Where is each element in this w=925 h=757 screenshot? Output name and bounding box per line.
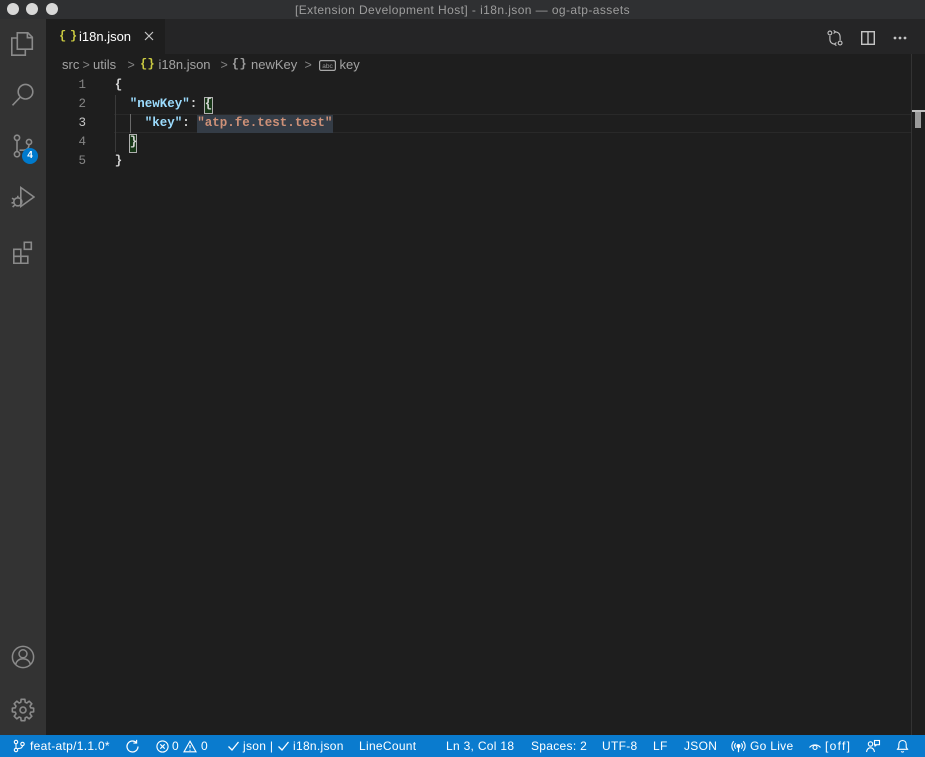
svg-text:abc: abc — [322, 63, 333, 70]
